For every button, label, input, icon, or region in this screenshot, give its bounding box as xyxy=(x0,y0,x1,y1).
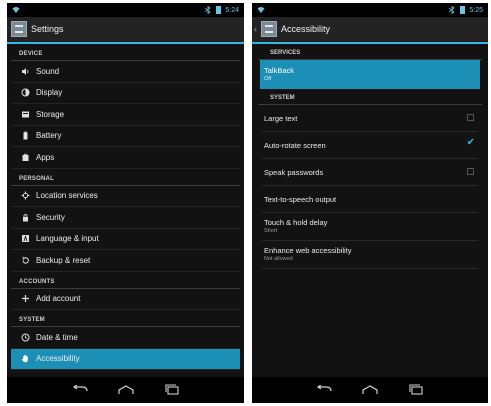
settings-list: DEVICE Sound Display Storage Battery Apps PERS… xyxy=(7,44,244,403)
recent-apps-button[interactable] xyxy=(162,383,182,397)
section-header-services: SERVICES xyxy=(258,44,482,60)
settings-item-label: Add account xyxy=(36,294,81,304)
battery-icon xyxy=(19,130,31,142)
item-label: Touch & hold delay xyxy=(264,218,328,227)
settings-item-security[interactable]: Security xyxy=(11,207,240,229)
action-bar: Settings xyxy=(7,17,244,44)
checkbox-unchecked[interactable] xyxy=(467,168,474,175)
status-bar: 5:24 xyxy=(7,3,244,17)
section-header-device: DEVICE xyxy=(11,44,240,61)
settings-item-label: Language & input xyxy=(36,234,99,244)
status-bar: 5:25 xyxy=(252,3,488,17)
settings-item-add-account[interactable]: Add account xyxy=(11,289,240,310)
settings-screen: 5:24 Settings DEVICE Sound Display Storage B… xyxy=(7,3,244,403)
navigation-bar xyxy=(7,377,244,403)
talkback-item[interactable]: TalkBack Off xyxy=(260,60,480,89)
item-label: Speak passwords xyxy=(264,167,324,177)
hand-icon xyxy=(19,353,31,365)
checkbox-unchecked[interactable] xyxy=(467,114,474,121)
back-button[interactable] xyxy=(314,383,334,397)
battery-status-icon xyxy=(460,6,466,14)
accessibility-screen: 5:25 ‹ Accessibility SERVICES TalkBack O… xyxy=(252,3,488,403)
settings-item-label: Accessibility xyxy=(36,354,80,364)
section-header-personal: PERSONAL xyxy=(11,169,240,186)
status-time: 5:25 xyxy=(469,6,483,14)
accessibility-item-touch-and-hold-delay[interactable]: Touch & hold delay Short xyxy=(262,213,478,241)
settings-item-label: Location services xyxy=(36,191,98,201)
back-icon xyxy=(72,385,88,392)
settings-item-label: Display xyxy=(36,88,63,98)
wifi-icon xyxy=(12,7,20,13)
settings-item-language-and-input[interactable]: Language & input xyxy=(11,229,240,250)
item-summary: Not allowed xyxy=(264,256,293,262)
wifi-icon xyxy=(257,7,265,13)
settings-item-storage[interactable]: Storage xyxy=(11,104,240,126)
talkback-label: TalkBack xyxy=(264,66,295,75)
section-header-accounts: ACCOUNTS xyxy=(11,272,240,289)
checkbox-checked-icon[interactable]: ✔ xyxy=(467,137,475,148)
clock-icon xyxy=(19,331,31,343)
home-icon xyxy=(362,385,378,394)
item-label: Enhance web accessibility xyxy=(264,246,352,255)
settings-item-apps[interactable]: Apps xyxy=(11,147,240,169)
accessibility-item-text-to-speech-output[interactable]: Text-to-speech output xyxy=(262,186,478,213)
bluetooth-icon xyxy=(205,6,212,14)
backup-icon xyxy=(19,254,31,266)
item-summary: Short xyxy=(264,228,278,234)
recent-apps-button[interactable] xyxy=(406,383,426,397)
recent-apps-icon xyxy=(164,384,179,395)
action-bar: ‹ Accessibility xyxy=(252,17,488,44)
home-icon xyxy=(117,385,134,394)
location-icon xyxy=(19,190,31,202)
settings-app-icon[interactable] xyxy=(11,21,27,37)
settings-item-label: Security xyxy=(36,212,65,222)
item-label: Auto-rotate screen xyxy=(264,140,326,150)
language-icon xyxy=(19,233,31,245)
page-title: Accessibility xyxy=(281,24,331,34)
settings-item-backup-and-reset[interactable]: Backup & reset xyxy=(11,250,240,272)
item-label: Text-to-speech output xyxy=(264,194,337,204)
home-button[interactable] xyxy=(116,383,136,397)
storage-icon xyxy=(19,108,31,120)
accessibility-item-auto-rotate-screen[interactable]: Auto-rotate screen ✔ xyxy=(262,132,478,159)
settings-item-label: Date & time xyxy=(36,332,78,342)
accessibility-item-enhance-web-accessibility[interactable]: Enhance web accessibility Not allowed xyxy=(262,241,478,269)
settings-item-label: Backup & reset xyxy=(36,255,91,265)
lock-icon xyxy=(19,211,31,223)
accessibility-item-large-text[interactable]: Large text xyxy=(262,105,478,132)
settings-item-label: Sound xyxy=(36,66,60,76)
settings-item-accessibility[interactable]: Accessibility xyxy=(11,348,240,370)
settings-item-display[interactable]: Display xyxy=(11,83,240,104)
speaker-icon xyxy=(19,65,31,77)
page-title: Settings xyxy=(31,24,64,34)
settings-item-label: Battery xyxy=(36,131,62,141)
accessibility-item-speak-passwords[interactable]: Speak passwords xyxy=(262,159,478,186)
settings-app-icon[interactable] xyxy=(261,21,277,37)
back-icon xyxy=(316,385,332,392)
battery-status-icon xyxy=(216,6,222,14)
settings-item-battery[interactable]: Battery xyxy=(11,126,240,147)
accessibility-list: SERVICES TalkBack Off SYSTEM Large text A… xyxy=(252,44,488,269)
settings-item-label: Apps xyxy=(36,152,55,162)
display-icon xyxy=(19,87,31,99)
chevron-left-icon[interactable]: ‹ xyxy=(254,24,257,34)
talkback-status: Off xyxy=(264,76,272,82)
apps-icon xyxy=(19,151,31,163)
plus-icon xyxy=(19,293,31,305)
system-items: Large text Auto-rotate screen ✔ Speak passw… xyxy=(252,105,488,269)
section-header-system: SYSTEM xyxy=(258,89,482,105)
back-button[interactable] xyxy=(70,383,90,397)
section-header-system: SYSTEM xyxy=(11,310,240,327)
recent-apps-icon xyxy=(409,384,423,395)
settings-item-date-and-time[interactable]: Date & time xyxy=(11,327,240,349)
bluetooth-icon xyxy=(449,6,456,14)
item-label: Large text xyxy=(264,113,298,123)
navigation-bar xyxy=(252,377,488,403)
home-button[interactable] xyxy=(360,383,380,397)
settings-item-location-services[interactable]: Location services xyxy=(11,186,240,207)
status-time: 5:24 xyxy=(225,6,239,14)
settings-item-sound[interactable]: Sound xyxy=(11,61,240,83)
settings-item-label: Storage xyxy=(36,109,65,119)
